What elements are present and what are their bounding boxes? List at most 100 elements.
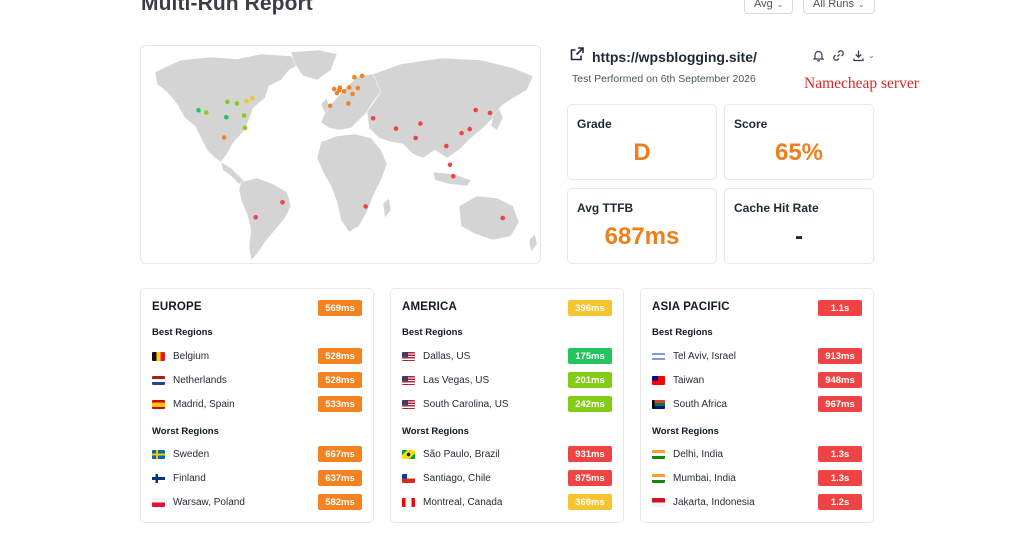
test-location-marker[interactable]	[250, 95, 255, 101]
test-location-marker[interactable]	[327, 103, 333, 109]
metric-dropdown-label: Avg	[754, 0, 773, 10]
test-location-marker[interactable]	[221, 135, 227, 140]
region-row-south-carolina-us: South Carolina, US 242ms	[402, 396, 612, 412]
region-name: Finland	[173, 472, 206, 484]
test-location-marker[interactable]	[337, 85, 343, 90]
grade-card: Grade D	[567, 104, 717, 180]
ttfb-badge: 369ms	[568, 494, 612, 510]
test-location-marker[interactable]	[355, 85, 361, 91]
test-location-marker[interactable]	[241, 113, 247, 118]
test-location-marker[interactable]	[352, 75, 357, 80]
flag-nl-icon	[152, 375, 165, 385]
test-location-marker[interactable]	[447, 162, 453, 168]
ttfb-badge: 1.3s	[818, 446, 862, 462]
region-row-delhi-india: Delhi, India 1.3s	[652, 446, 862, 462]
chevron-down-icon: ⌄	[776, 0, 784, 9]
test-location-marker[interactable]	[451, 173, 456, 179]
external-link-icon[interactable]	[570, 47, 584, 66]
test-location-marker[interactable]	[459, 130, 464, 136]
region-name: Taiwan	[673, 374, 705, 386]
indonesia-landmass	[432, 171, 472, 187]
score-value: 65%	[774, 139, 824, 166]
test-location-marker[interactable]	[196, 107, 201, 113]
new-zealand-landmass	[528, 233, 538, 253]
test-location-marker[interactable]	[331, 86, 337, 92]
region-row-dallas-us: Dallas, US 175ms	[402, 348, 612, 364]
world-map	[154, 49, 538, 261]
region-title: EUROPE	[152, 301, 202, 313]
test-location-marker[interactable]	[363, 204, 368, 209]
test-location-marker[interactable]	[413, 135, 418, 141]
flag-in-icon	[652, 449, 665, 459]
region-row-jakarta-indonesia: Jakarta, Indonesia 1.2s	[652, 494, 862, 510]
ttfb-badge: 967ms	[818, 396, 862, 412]
metric-dropdown[interactable]: Avg ⌄	[744, 0, 794, 14]
map-landmasses	[154, 49, 538, 261]
test-location-marker[interactable]	[204, 110, 209, 115]
test-location-marker[interactable]	[393, 126, 399, 131]
test-location-marker[interactable]	[359, 73, 365, 79]
test-location-marker[interactable]	[244, 98, 249, 104]
test-location-marker[interactable]	[346, 101, 351, 106]
score-card: Score 65%	[724, 104, 874, 180]
chevron-down-icon: ⌄	[857, 0, 865, 9]
ttfb-badge: 1.3s	[818, 470, 862, 486]
ttfb-badge: 637ms	[318, 470, 362, 486]
region-avg-badge: 1.1s	[818, 300, 862, 316]
region-row-sweden: Sweden 667ms	[152, 446, 362, 462]
region-name: Las Vegas, US	[423, 374, 490, 386]
test-location-marker[interactable]	[347, 85, 352, 90]
ttfb-value: 687ms	[604, 223, 680, 250]
ttfb-card: Avg TTFB 687ms	[567, 188, 717, 264]
test-location-marker[interactable]	[280, 200, 285, 205]
ttfb-badge: 582ms	[318, 494, 362, 510]
test-location-marker[interactable]	[370, 116, 376, 121]
test-location-marker[interactable]	[444, 143, 449, 149]
ttfb-badge: 948ms	[818, 372, 862, 388]
chevron-down-icon[interactable]: ⌄	[868, 51, 875, 60]
region-avg-badge: 569ms	[318, 300, 362, 316]
worst-regions-label: Worst Regions	[402, 426, 469, 437]
site-url-row[interactable]: https://wpsblogging.site/	[570, 47, 757, 66]
flag-us-icon	[402, 375, 415, 385]
flag-pl-icon	[152, 497, 165, 507]
action-icons: ⌄	[812, 49, 875, 62]
ttfb-label: Avg TTFB	[577, 201, 634, 215]
test-location-marker[interactable]	[473, 107, 479, 113]
region-name: Belgium	[173, 350, 210, 362]
best-regions-label: Best Regions	[402, 327, 463, 338]
ttfb-badge: 242ms	[568, 396, 612, 412]
best-regions-label: Best Regions	[152, 327, 213, 338]
test-location-marker[interactable]	[234, 101, 240, 106]
download-icon[interactable]	[852, 49, 865, 62]
link-icon[interactable]	[832, 49, 845, 62]
region-row-taiwan: Taiwan 948ms	[652, 372, 862, 388]
ttfb-badge: 528ms	[318, 372, 362, 388]
test-location-marker[interactable]	[487, 110, 493, 116]
region-row-madrid-spain: Madrid, Spain 533ms	[152, 396, 362, 412]
flag-id-icon	[652, 497, 665, 507]
world-map-card	[140, 45, 541, 264]
test-location-marker[interactable]	[224, 115, 229, 120]
test-location-marker[interactable]	[467, 126, 473, 132]
test-location-marker[interactable]	[225, 99, 230, 105]
runs-dropdown[interactable]: All Runs ⌄	[803, 0, 875, 14]
test-location-marker[interactable]	[334, 90, 340, 96]
flag-br-icon	[402, 449, 415, 459]
test-location-marker[interactable]	[500, 215, 506, 221]
test-location-marker[interactable]	[418, 121, 423, 126]
site-url[interactable]: https://wpsblogging.site/	[592, 49, 757, 65]
region-row-south-africa: South Africa 967ms	[652, 396, 862, 412]
ttfb-badge: 875ms	[568, 470, 612, 486]
region-name: Netherlands	[173, 374, 227, 386]
region-name: Warsaw, Poland	[173, 496, 245, 508]
region-name: São Paulo, Brazil	[423, 448, 500, 460]
test-location-marker[interactable]	[341, 88, 347, 94]
region-card-america: AMERICA 396ms Best Regions Dallas, US 175m…	[390, 288, 624, 523]
bell-icon[interactable]	[812, 49, 825, 62]
test-location-marker[interactable]	[253, 215, 258, 220]
region-row-netherlands: Netherlands 528ms	[152, 372, 362, 388]
test-location-marker[interactable]	[242, 125, 248, 131]
cache-hit-value: -	[795, 223, 803, 250]
test-location-marker[interactable]	[350, 91, 355, 97]
